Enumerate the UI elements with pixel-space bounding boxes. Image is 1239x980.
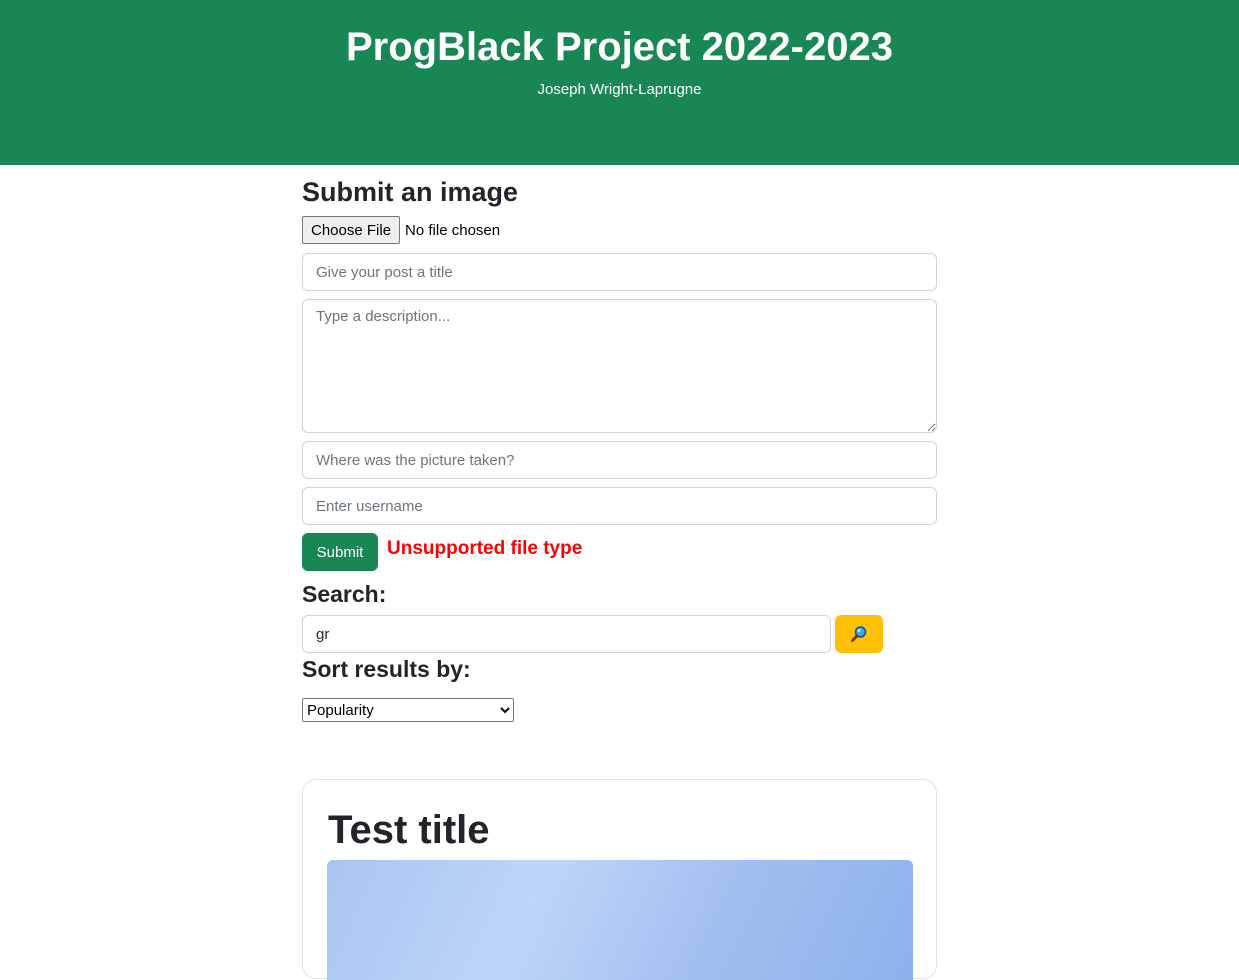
page-header: ProgBlack Project 2022-2023 Joseph Wrigh… [0,0,1239,165]
author-name: Joseph Wright-Laprugne [537,81,702,98]
file-status-text: No file chosen [405,221,501,239]
username-input[interactable] [302,487,937,525]
upload-heading: Submit an image [302,177,519,207]
error-message: Unsupported file type [387,538,583,559]
sort-select[interactable]: Popularity [302,698,514,722]
choose-file-button[interactable]: Choose File [302,216,401,244]
post-title: Test title [328,808,490,852]
post-title-input[interactable] [302,253,937,291]
magnifying-glass-icon [851,626,867,642]
search-button[interactable] [835,615,883,653]
location-input[interactable] [302,441,937,479]
search-heading: Search: [302,581,387,607]
sort-heading: Sort results by: [302,656,471,682]
file-picker[interactable]: Choose File No file chosen [302,215,500,245]
page-title: ProgBlack Project 2022-2023 [346,25,893,69]
post-card: Test title [302,779,937,980]
submit-button[interactable]: Submit [302,533,378,571]
post-image [327,860,913,980]
description-textarea[interactable] [302,299,937,433]
search-input[interactable] [302,615,831,653]
